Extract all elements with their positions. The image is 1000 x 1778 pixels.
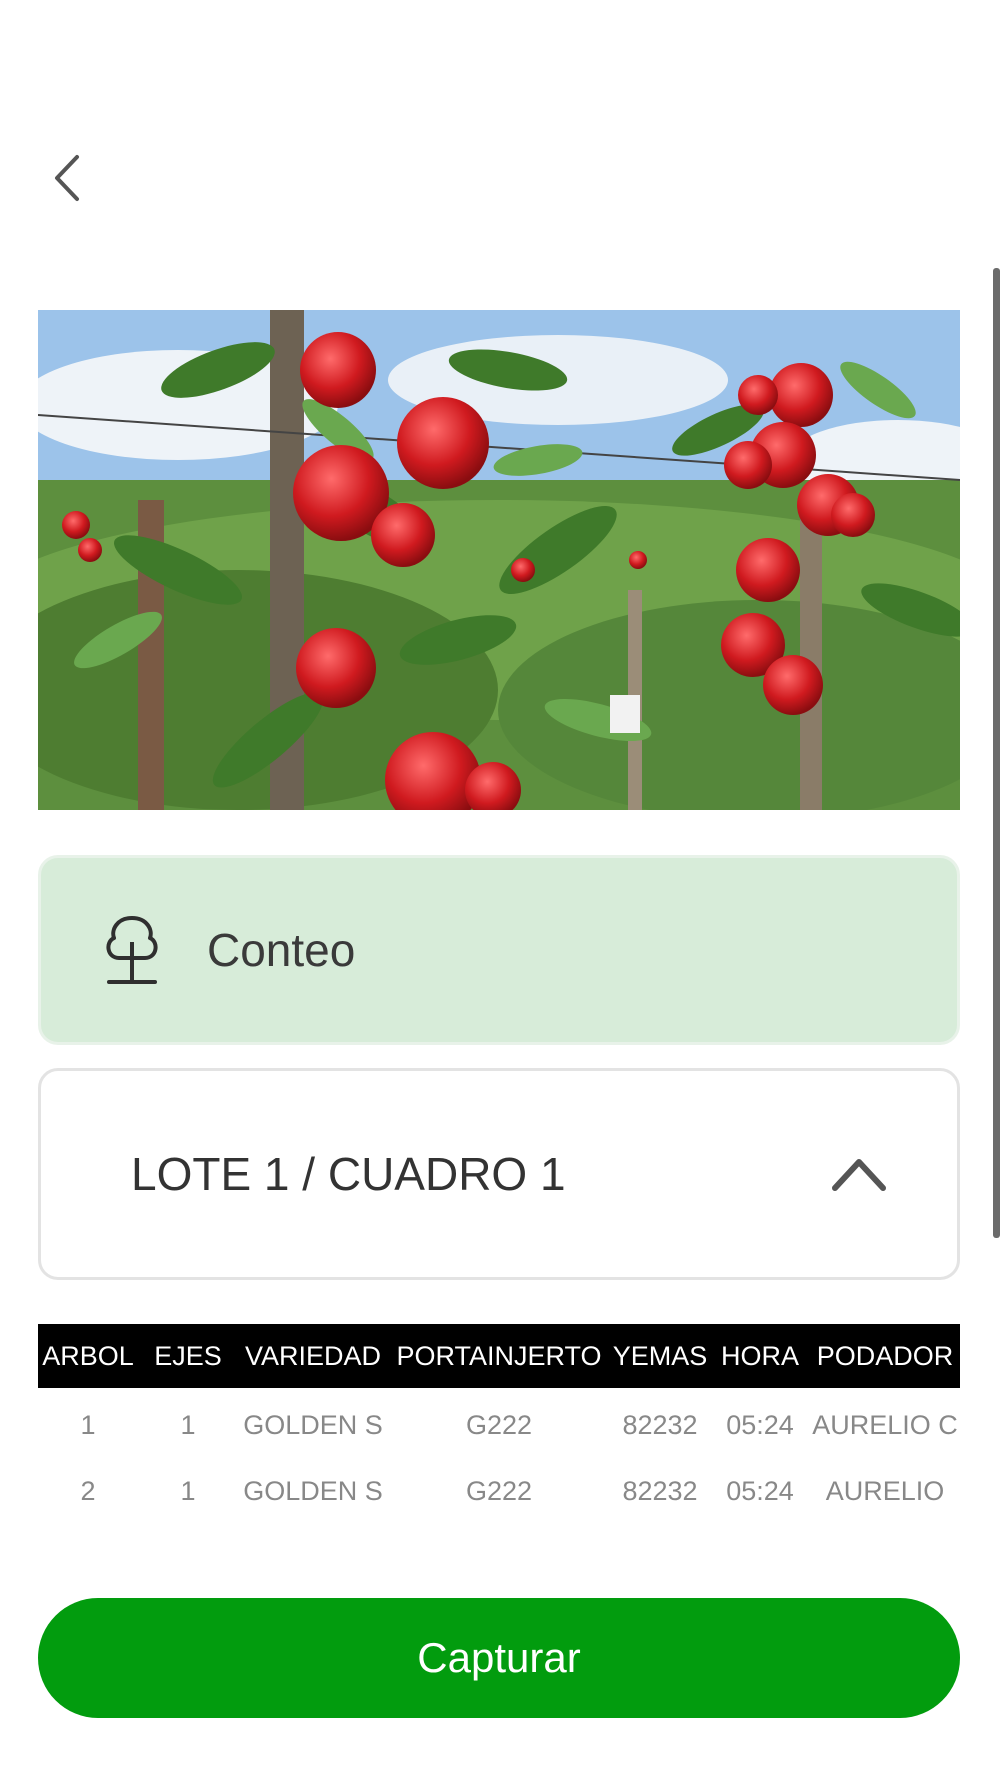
col-variedad: VARIEDAD [244,1340,382,1371]
chevron-left-icon [55,155,79,201]
col-podador: PODADOR [816,1340,954,1371]
cell-hora: 05:24 [726,1410,794,1440]
cell-yemas: 82232 [622,1410,698,1440]
cell-arbol: 2 [80,1476,96,1506]
col-portainjerto: PORTAINJERTO [396,1340,602,1371]
col-yemas: YEMAS [612,1340,708,1371]
cell-variedad: GOLDEN S [243,1410,383,1440]
activity-label: Conteo [207,924,356,976]
cell-ejes: 1 [180,1410,196,1440]
table-header-row: ARBOL EJES VARIEDAD PORTAINJERTO YEMAS H… [38,1324,960,1388]
cell-arbol: 1 [80,1410,96,1440]
apple-tree-photo [38,310,960,810]
cell-hora: 05:24 [726,1476,794,1506]
cell-variedad: GOLDEN S [243,1476,383,1506]
cell-podador: AURELIO C [812,1410,958,1440]
tree-icon [106,916,158,984]
cell-portainjerto: G222 [465,1476,533,1506]
chevron-up-icon [832,1159,886,1191]
col-hora: HORA [720,1340,799,1371]
activity-card[interactable]: Conteo [38,855,960,1045]
lote-cuadro-selector[interactable]: LOTE 1 / CUADRO 1 [38,1068,960,1280]
back-button[interactable] [44,148,88,208]
cell-yemas: 82232 [622,1476,698,1506]
selector-label: LOTE 1 / CUADRO 1 [131,1148,566,1200]
table-row[interactable]: 2 1 GOLDEN S G222 82232 05:24 AURELIO [38,1454,960,1520]
col-arbol: ARBOL [42,1340,134,1371]
table-row[interactable]: 1 1 GOLDEN S G222 82232 05:24 AURELIO C [38,1388,960,1454]
records-table: ARBOL EJES VARIEDAD PORTAINJERTO YEMAS H… [38,1324,960,1554]
cell-podador: AURELIO [825,1476,945,1506]
capture-button[interactable]: Capturar [38,1598,960,1718]
cell-ejes: 1 [180,1476,196,1506]
col-ejes: EJES [154,1340,222,1371]
scrollbar[interactable] [993,268,1000,1238]
cell-portainjerto: G222 [465,1410,533,1440]
